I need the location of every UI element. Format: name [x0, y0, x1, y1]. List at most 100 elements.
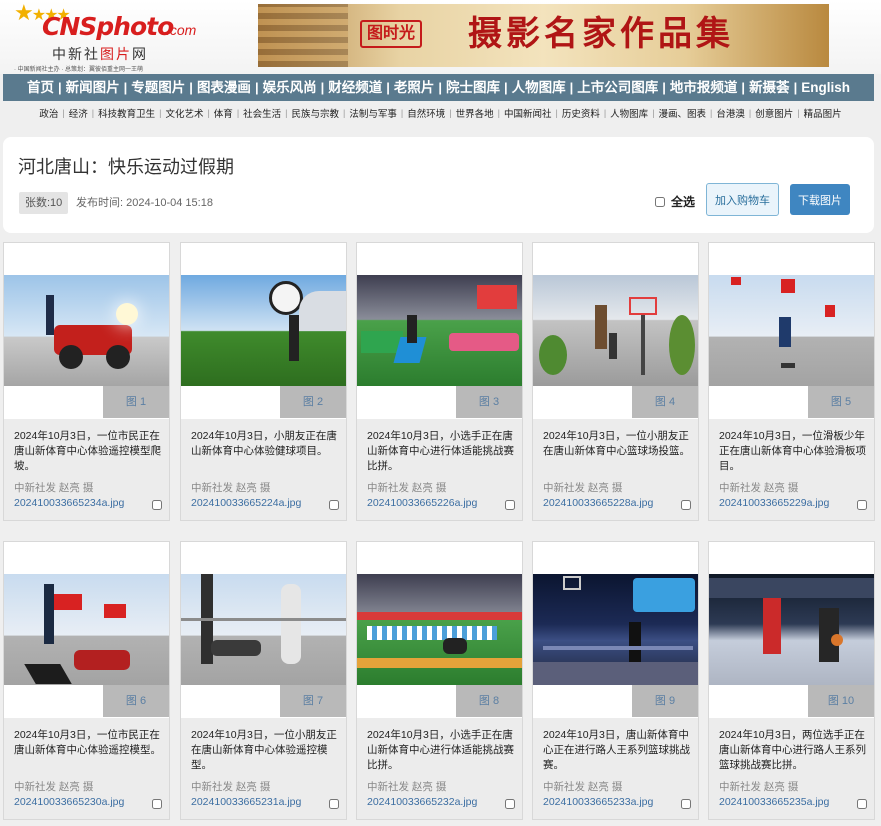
category-nav-item[interactable]: 民族与宗教 — [288, 106, 344, 120]
photo-select-checkbox[interactable] — [681, 799, 691, 809]
photo-credit: 中新社发 赵亮 摄 — [367, 482, 447, 494]
select-all-checkbox[interactable] — [655, 196, 665, 207]
category-nav-item[interactable]: 法制与军事 — [345, 106, 401, 120]
category-nav-item[interactable]: 中国新闻社 — [500, 106, 556, 120]
photo-credit: 中新社发 赵亮 摄 — [719, 781, 799, 793]
photo-caption: 2024年10月3日，小朋友正在唐山新体育中心体验健球项目。 — [191, 430, 337, 457]
category-nav-item[interactable]: 漫画、图表 — [655, 106, 711, 120]
category-nav-item[interactable]: 历史资料 — [558, 106, 604, 120]
category-nav-item[interactable]: 创意图片 — [751, 106, 797, 120]
photo-select-checkbox[interactable] — [505, 500, 515, 510]
photo-caption: 2024年10月3日，一位小朋友正在唐山新体育中心体验遥控模型。 — [191, 729, 337, 771]
main-nav-item[interactable]: 新摄荟 — [745, 74, 794, 101]
photo-number-label[interactable]: 图 2 — [280, 386, 346, 418]
photo-card: 图 9 2024年10月3日，唐山新体育中心正在进行路人王系列篮球挑战赛。 中新社发… — [532, 541, 699, 820]
photo-filename-link[interactable]: 202410033665228a.jpg — [543, 497, 653, 509]
photo-image — [181, 275, 346, 386]
photo-detail-shape — [533, 662, 698, 685]
photo-detail-shape — [595, 305, 607, 349]
category-nav-item[interactable]: 社会生活 — [239, 106, 285, 120]
photo-image — [357, 574, 522, 685]
photo-select-checkbox[interactable] — [329, 799, 339, 809]
photo-image — [181, 574, 346, 685]
photo-detail-shape — [633, 578, 695, 612]
category-nav-item[interactable]: 政治 — [35, 106, 62, 120]
photo-filename-link[interactable]: 202410033665231a.jpg — [191, 796, 301, 808]
photo-thumbnail[interactable] — [357, 275, 522, 386]
site-logo[interactable]: ★★★★ CNSphoto .com 中新社图片网 · 中国新闻社主办 · 总策… — [8, 2, 208, 74]
photo-number-label[interactable]: 图 8 — [456, 685, 522, 717]
main-nav-item[interactable]: 专题图片 — [127, 74, 189, 101]
photo-select-checkbox[interactable] — [152, 799, 162, 809]
photo-thumbnail[interactable] — [709, 275, 874, 386]
photo-number-label[interactable]: 图 3 — [456, 386, 522, 418]
main-nav-item[interactable]: 图表漫画 — [193, 74, 255, 101]
category-nav-item[interactable]: 人物图库 — [606, 106, 652, 120]
photo-thumbnail[interactable] — [709, 574, 874, 685]
photo-number-label[interactable]: 图 5 — [808, 386, 874, 418]
photo-detail-shape — [357, 612, 522, 620]
category-nav-item[interactable]: 台港澳 — [712, 106, 749, 120]
category-nav-item[interactable]: 科技教育卫生 — [94, 106, 159, 120]
photo-filename-link[interactable]: 202410033665224a.jpg — [191, 497, 301, 509]
main-navigation: 首页 | 新闻图片 | 专题图片 | 图表漫画 | 娱乐风尚 | 财经频道 | 老照片 | 院士图库 | 人物图… — [3, 74, 874, 101]
photo-select-checkbox[interactable] — [505, 799, 515, 809]
photo-detail-shape — [449, 333, 519, 351]
main-nav-item[interactable]: 地市报频道 — [666, 74, 742, 101]
category-nav-item[interactable]: 文化艺术 — [161, 106, 207, 120]
main-nav-item[interactable]: English — [797, 74, 854, 101]
photo-filename-link[interactable]: 202410033665226a.jpg — [367, 497, 477, 509]
photo-number-label[interactable]: 图 9 — [632, 685, 698, 717]
photo-number-bar: 图 7 — [181, 685, 346, 717]
photo-detail-shape — [831, 634, 843, 646]
select-all-control[interactable]: 全选 — [655, 193, 695, 210]
photo-select-checkbox[interactable] — [857, 799, 867, 809]
category-nav-item[interactable]: 世界各地 — [452, 106, 498, 120]
photo-filename-link[interactable]: 202410033665229a.jpg — [719, 497, 829, 509]
photo-filename-link[interactable]: 202410033665230a.jpg — [14, 796, 124, 808]
category-nav-item[interactable]: 体育 — [210, 106, 237, 120]
main-nav-item[interactable]: 首页 — [23, 74, 58, 101]
photo-detail-shape — [781, 363, 795, 368]
photo-filename-link[interactable]: 202410033665235a.jpg — [719, 796, 829, 808]
photo-number-label[interactable]: 图 6 — [103, 685, 169, 717]
photo-number-label[interactable]: 图 4 — [632, 386, 698, 418]
category-nav-item[interactable]: 精品图片 — [800, 106, 846, 120]
photo-thumbnail[interactable] — [357, 574, 522, 685]
photo-caption: 2024年10月3日，两位选手正在唐山新体育中心进行路人王系列篮球挑战赛比拼。 — [719, 729, 866, 771]
photo-select-checkbox[interactable] — [857, 500, 867, 510]
logo-domain: .com — [166, 22, 197, 38]
main-nav-item[interactable]: 人物图库 — [508, 74, 570, 101]
photo-thumbnail[interactable] — [533, 574, 698, 685]
photo-select-checkbox[interactable] — [329, 500, 339, 510]
photo-thumbnail[interactable] — [533, 275, 698, 386]
photo-thumbnail[interactable] — [4, 275, 169, 386]
photo-number-label[interactable]: 图 1 — [103, 386, 169, 418]
photo-count-badge: 张数:10 — [19, 192, 69, 214]
category-nav-item[interactable]: 经济 — [65, 106, 92, 120]
photo-select-checkbox[interactable] — [681, 500, 691, 510]
main-nav-item[interactable]: 老照片 — [390, 74, 439, 101]
photo-thumbnail[interactable] — [181, 275, 346, 386]
photo-filename-link[interactable]: 202410033665233a.jpg — [543, 796, 653, 808]
photo-thumbnail[interactable] — [4, 574, 169, 685]
main-nav-item[interactable]: 娱乐风尚 — [259, 74, 321, 101]
photo-info: 2024年10月3日，小朋友正在唐山新体育中心体验健球项目。 中新社发 赵亮 摄 2… — [181, 419, 346, 520]
photo-detail-shape — [443, 638, 467, 654]
photo-select-checkbox[interactable] — [152, 500, 162, 510]
photo-number-label[interactable]: 图 10 — [808, 685, 874, 717]
ad-banner[interactable]: 图时光 摄影名家作品集 — [258, 4, 829, 67]
main-nav-item[interactable]: 新闻图片 — [62, 74, 124, 101]
photo-image — [709, 574, 874, 685]
download-button[interactable]: 下载图片 — [790, 184, 850, 215]
category-nav-item[interactable]: 自然环境 — [403, 106, 449, 120]
main-nav-item[interactable]: 财经频道 — [324, 74, 386, 101]
add-to-cart-button[interactable]: 加入购物车 — [706, 183, 779, 216]
main-nav-item[interactable]: 上市公司图库 — [573, 74, 662, 101]
main-nav-item[interactable]: 院士图库 — [442, 74, 504, 101]
photo-thumbnail[interactable] — [181, 574, 346, 685]
photo-number-label[interactable]: 图 7 — [280, 685, 346, 717]
photo-caption: 2024年10月3日，一位滑板少年正在唐山新体育中心体验滑板项目。 — [719, 430, 866, 472]
photo-filename-link[interactable]: 202410033665232a.jpg — [367, 796, 477, 808]
photo-filename-link[interactable]: 202410033665234a.jpg — [14, 497, 124, 509]
